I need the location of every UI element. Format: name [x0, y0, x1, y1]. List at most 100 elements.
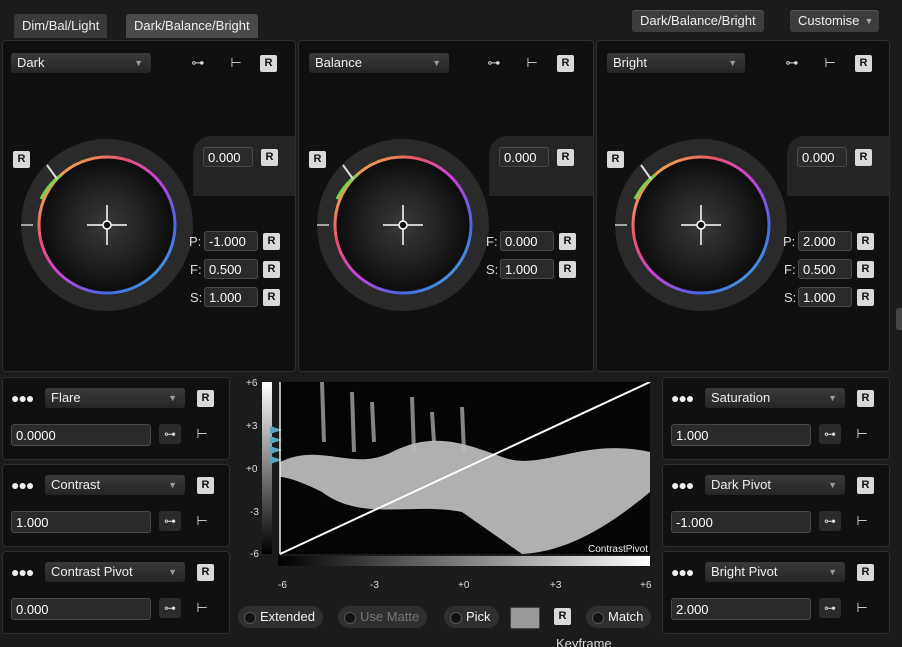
reset-button[interactable]: R	[197, 564, 214, 581]
dropdown-label: Bright	[613, 55, 647, 70]
waveform-plot[interactable]: ContrastPivot	[262, 382, 654, 598]
key-icon[interactable]: ⊶	[159, 424, 181, 444]
dark-pivot-field[interactable]: -1.000	[671, 511, 811, 533]
wheel-dropdown-dark[interactable]: Dark ▼	[11, 53, 151, 73]
key-icon[interactable]: ⊶	[483, 53, 505, 73]
reset-button[interactable]: R	[857, 289, 874, 306]
curve-icon[interactable]: ⊢	[191, 424, 213, 444]
match-toggle[interactable]: Match	[586, 606, 652, 628]
more-icon[interactable]: ●●●	[11, 564, 34, 580]
reset-button[interactable]: R	[197, 390, 214, 407]
curve-icon[interactable]: ⊢	[851, 511, 873, 531]
dropdown-label: Dark	[17, 55, 45, 70]
color-wheel-balance[interactable]	[317, 139, 489, 311]
param-dropdown-dark-pivot[interactable]: Dark Pivot ▼	[705, 475, 845, 495]
curve-icon[interactable]: ⊢	[819, 53, 841, 73]
reset-button[interactable]: R	[557, 149, 574, 166]
reset-button[interactable]: R	[557, 55, 574, 72]
reset-button[interactable]: R	[261, 149, 278, 166]
reset-button[interactable]: R	[855, 149, 872, 166]
key-icon[interactable]: ⊶	[781, 53, 803, 73]
saturation-field[interactable]: 1.000	[500, 259, 554, 279]
param-dropdown-contrast-pivot[interactable]: Contrast Pivot ▼	[45, 562, 185, 582]
reset-button[interactable]: R	[559, 233, 576, 250]
reset-button[interactable]: R	[857, 564, 874, 581]
tab-dim-bal-light[interactable]: Dim/Bal/Light	[14, 14, 108, 38]
reset-button[interactable]: R	[857, 477, 874, 494]
param-dropdown-saturation[interactable]: Saturation ▼	[705, 388, 845, 408]
pivot-field[interactable]: 2.000	[798, 231, 852, 251]
wheel-panel-dark: Dark ▼ ⊶ ⊢ R 0.000 R R P: -1.000 R F: 0.5…	[2, 40, 296, 372]
extended-toggle[interactable]: Extended	[238, 606, 323, 628]
mode-button[interactable]: Dark/Balance/Bright	[632, 10, 764, 32]
param-panel-contrast-pivot: ●●● Contrast Pivot ▼ R 0.000 ⊶ ⊢	[2, 551, 230, 634]
falloff-field[interactable]: 0.000	[500, 231, 554, 251]
pick-toggle[interactable]: Pick	[444, 606, 499, 628]
pivot-field[interactable]: -1.000	[204, 231, 258, 251]
wheel-level-field[interactable]: 0.000	[499, 147, 549, 167]
param-panel-dark-pivot: ●●● Dark Pivot ▼ R -1.000 ⊶ ⊢	[662, 464, 890, 547]
reset-button[interactable]: R	[554, 608, 571, 625]
bright-pivot-field[interactable]: 2.000	[671, 598, 811, 620]
param-dropdown-flare[interactable]: Flare ▼	[45, 388, 185, 408]
reset-button[interactable]: R	[559, 261, 576, 278]
reset-button[interactable]: R	[857, 233, 874, 250]
param-label: Flare	[51, 390, 81, 405]
key-icon[interactable]: ⊶	[819, 424, 841, 444]
x-tick: +3	[550, 580, 562, 591]
reset-button[interactable]: R	[857, 261, 874, 278]
key-icon[interactable]: ⊶	[819, 511, 841, 531]
panel-resize-handle[interactable]	[896, 308, 902, 330]
falloff-field[interactable]: 0.500	[204, 259, 258, 279]
curve-icon[interactable]: ⊢	[521, 53, 543, 73]
reset-button[interactable]: R	[260, 55, 277, 72]
chevron-down-icon: ▼	[168, 480, 177, 490]
reset-button[interactable]: R	[855, 55, 872, 72]
reset-button[interactable]: R	[263, 233, 280, 250]
x-tick: -6	[278, 580, 287, 591]
saturation-field[interactable]: 1.000	[204, 287, 258, 307]
customise-dropdown[interactable]: Customise ▼	[790, 10, 880, 32]
key-icon[interactable]: ⊶	[159, 598, 181, 618]
key-icon[interactable]: ⊶	[187, 53, 209, 73]
more-icon[interactable]: ●●●	[671, 564, 694, 580]
saturation-label: S:	[486, 262, 499, 277]
saturation-field[interactable]: 1.000	[671, 424, 811, 446]
more-icon[interactable]: ●●●	[671, 477, 694, 493]
more-icon[interactable]: ●●●	[11, 477, 34, 493]
more-icon[interactable]: ●●●	[11, 390, 34, 406]
wheel-dropdown-bright[interactable]: Bright ▼	[607, 53, 745, 73]
wheel-dropdown-balance[interactable]: Balance ▼	[309, 53, 449, 73]
reset-button[interactable]: R	[857, 390, 874, 407]
curve-icon[interactable]: ⊢	[191, 511, 213, 531]
key-icon[interactable]: ⊶	[819, 598, 841, 618]
param-dropdown-bright-pivot[interactable]: Bright Pivot ▼	[705, 562, 845, 582]
contrast-pivot-field[interactable]: 0.000	[11, 598, 151, 620]
color-swatch[interactable]	[510, 607, 540, 629]
curve-icon[interactable]: ⊢	[851, 424, 873, 444]
contrast-field[interactable]: 1.000	[11, 511, 151, 533]
curve-icon[interactable]: ⊢	[225, 53, 247, 73]
falloff-label: F:	[784, 262, 796, 277]
color-wheel-bright[interactable]	[615, 139, 787, 311]
color-wheel-dark[interactable]	[21, 139, 193, 311]
wheel-level-field[interactable]: 0.000	[797, 147, 847, 167]
tab-dark-balance-bright[interactable]: Dark/Balance/Bright	[126, 14, 258, 38]
curve-icon[interactable]: ⊢	[191, 598, 213, 618]
more-icon[interactable]: ●●●	[671, 390, 694, 406]
key-icon[interactable]: ⊶	[159, 511, 181, 531]
reset-button[interactable]: R	[263, 289, 280, 306]
reset-button[interactable]: R	[197, 477, 214, 494]
pivot-label: P:	[189, 234, 202, 249]
reset-button[interactable]: R	[263, 261, 280, 278]
use-matte-toggle[interactable]: Use Matte	[338, 606, 428, 628]
wheel-panel-balance: Balance ▼ ⊶ ⊢ R 0.000 R R F: 0.000 R S: 1…	[298, 40, 594, 372]
saturation-field[interactable]: 1.000	[798, 287, 852, 307]
footer-partial-text: Keyframe	[556, 636, 612, 647]
curve-icon[interactable]: ⊢	[851, 598, 873, 618]
wheel-level-field[interactable]: 0.000	[203, 147, 253, 167]
flare-field[interactable]: 0.0000	[11, 424, 151, 446]
falloff-field[interactable]: 0.500	[798, 259, 852, 279]
param-label: Contrast Pivot	[51, 564, 133, 579]
param-dropdown-contrast[interactable]: Contrast ▼	[45, 475, 185, 495]
